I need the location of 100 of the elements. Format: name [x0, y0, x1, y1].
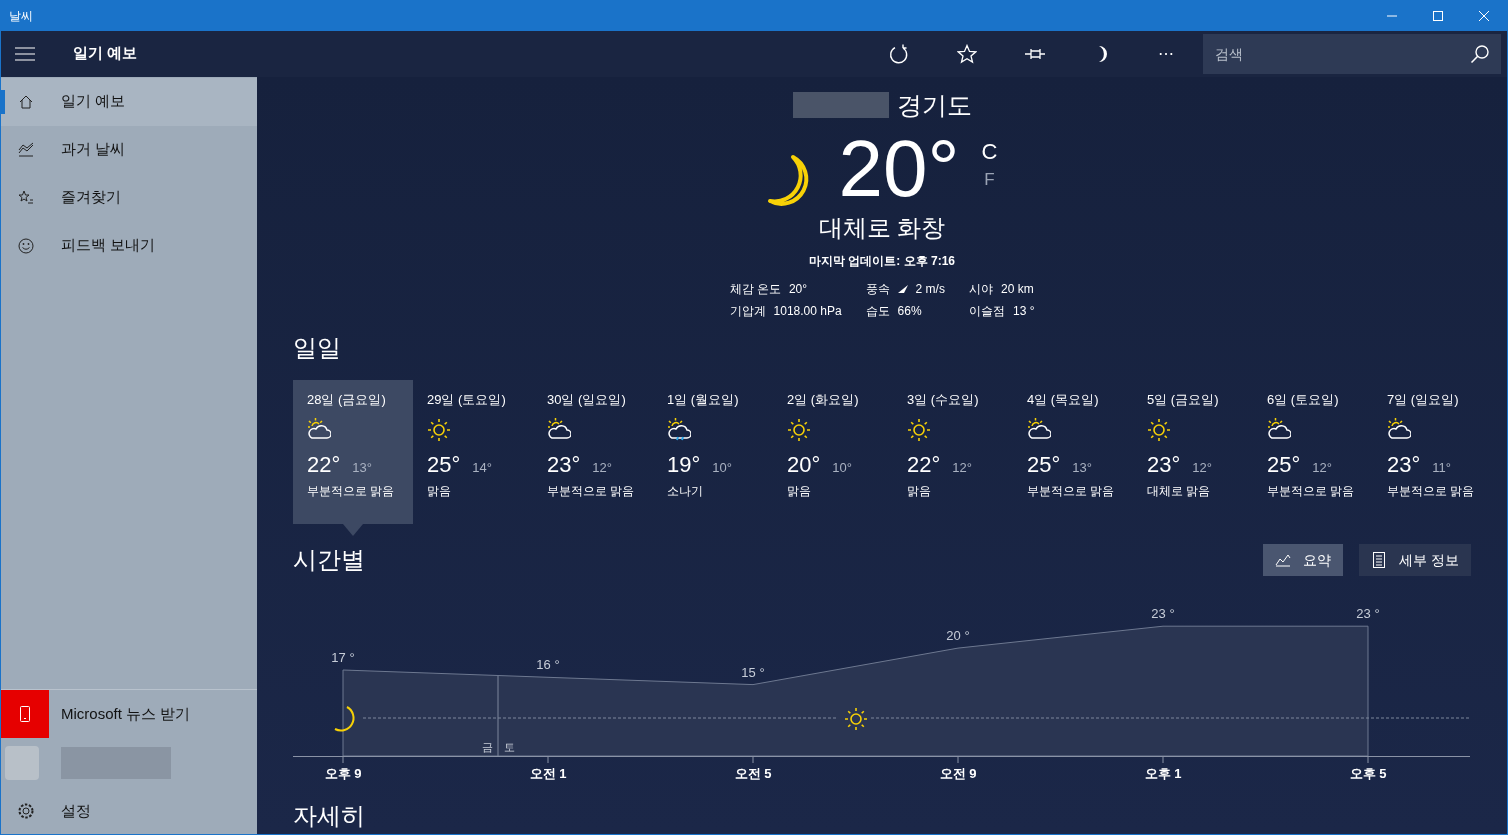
detail-label: 시야 [968, 281, 993, 298]
day-card[interactable]: 7일 (일요일) 23° 11° 부분적으로 맑음 [1373, 380, 1493, 524]
day-label: 토 [503, 741, 515, 753]
search-icon[interactable] [1470, 43, 1490, 64]
unit-toggle[interactable]: C [981, 138, 998, 166]
temperature-label: 17 ° [331, 650, 355, 665]
page-title: 일기 예보 [73, 43, 138, 64]
moon-icon [334, 706, 355, 732]
day-card[interactable]: 5일 (금요일) 23° 12° 대체로 맑음 [1133, 380, 1253, 524]
news-button[interactable]: Microsoft 뉴스 받기 [1, 690, 257, 738]
time-label: 오전 5 [734, 766, 772, 781]
detail-label: 체감 온도 [729, 281, 781, 298]
sidebar-item[interactable]: 과거 날씨 [1, 125, 257, 174]
day-card[interactable]: 2일 (화요일) 20° 10° 맑음 [773, 380, 893, 524]
day-card[interactable]: 6일 (토요일) 25° 12° 부분적으로 맑음 [1253, 380, 1373, 524]
sun-cloud-icon [1027, 417, 1051, 442]
low-temperature: 13° [352, 458, 372, 477]
high-temperature: 23° [547, 450, 581, 479]
section-heading: 자세히 [293, 801, 366, 831]
day-condition: 소나기 [667, 482, 704, 499]
high-temperature: 19° [667, 450, 701, 479]
temperature-label: 20 ° [946, 628, 970, 644]
day-date: 7일 (일요일) [1387, 391, 1460, 409]
favorites-icon [18, 189, 34, 206]
temperature-label: 23 ° [1151, 606, 1175, 622]
day-condition: 부분적으로 맑음 [547, 482, 636, 499]
day-card[interactable]: 4일 (목요일) 25° 13° 부분적으로 맑음 [1013, 380, 1133, 524]
temperature-label: 16 ° [536, 657, 560, 673]
unit-toggle[interactable]: F [981, 166, 998, 194]
time-label: 오후 5 [1349, 766, 1387, 781]
cloud-rain-icon [667, 417, 691, 442]
line-chart-icon [1275, 552, 1292, 568]
home-icon [18, 93, 34, 110]
day-condition: 부분적으로 맑음 [1387, 482, 1476, 499]
day-card[interactable]: 29일 (토요일) 25° 14° 맑음 [413, 380, 533, 524]
detail-label: 습도 [865, 303, 890, 320]
low-temperature: 13° [1072, 458, 1092, 477]
low-temperature: 11° [1432, 458, 1451, 477]
maximize-icon[interactable] [1433, 10, 1443, 21]
day-condition: 맑음 [907, 482, 932, 499]
settings-button[interactable]: 설정 [1, 788, 257, 834]
day-card[interactable]: 28일 (금요일) 22° 13° 부분적으로 맑음 [293, 380, 413, 524]
detail-value: 20° [788, 281, 808, 298]
day-card[interactable]: 1일 (월요일) 19° 10° 소나기 [653, 380, 773, 524]
view-toggle-button[interactable]: 요약 [1263, 544, 1344, 576]
sun-cloud-icon [1387, 417, 1411, 442]
sidebar-item[interactable]: 즐겨찾기 [1, 173, 257, 222]
history-icon [18, 141, 34, 158]
high-temperature: 22° [907, 450, 941, 479]
time-label: 오전 9 [939, 766, 977, 781]
close-icon[interactable] [1479, 10, 1489, 21]
detail-value: 13 ° [1012, 303, 1035, 320]
day-date: 29일 (토요일) [427, 391, 507, 409]
section-heading: 시간별 [293, 545, 365, 575]
day-card[interactable]: 30일 (일요일) 23° 12° 부분적으로 맑음 [533, 380, 653, 524]
low-temperature: 12° [952, 458, 972, 477]
high-temperature: 25° [1267, 450, 1301, 479]
high-temperature: 20° [787, 450, 821, 479]
last-update: 마지막 업데이트: 오후 7:16 [809, 253, 955, 270]
low-temperature: 14° [472, 458, 492, 477]
selection-pointer [343, 524, 363, 536]
location-name: 경기도 [896, 89, 972, 121]
time-label: 오후 1 [1144, 766, 1182, 781]
sun-icon [844, 707, 868, 731]
temperature-label: 15 ° [741, 664, 765, 680]
day-condition: 맑음 [787, 482, 812, 499]
day-date: 6일 (토요일) [1267, 391, 1340, 409]
sun-cloud-icon [547, 417, 571, 442]
day-date: 2일 (화요일) [787, 391, 860, 409]
high-temperature: 22° [307, 450, 341, 479]
menu-icon[interactable] [15, 46, 35, 61]
sun-icon [1147, 417, 1171, 442]
sidebar-item[interactable]: 일기 예보 [1, 77, 257, 126]
day-condition: 부분적으로 맑음 [307, 482, 396, 499]
high-temperature: 23° [1387, 450, 1421, 479]
day-condition: 맑음 [427, 482, 452, 499]
more-button[interactable]: ⋯ [1137, 30, 1195, 77]
sidebar-item[interactable]: 피드백 보내기 [1, 221, 257, 270]
detail-value: 20 km [1000, 281, 1034, 298]
day-condition: 부분적으로 맑음 [1267, 482, 1356, 499]
day-card[interactable]: 3일 (수요일) 22° 12° 맑음 [893, 380, 1013, 524]
detail-label: 풍속 [865, 281, 890, 298]
search-field[interactable]: 검색 [1203, 33, 1459, 74]
condition-text: 대체로 화창 [818, 213, 946, 243]
section-heading: 일일 [293, 333, 342, 363]
detail-label: 기압계 [729, 303, 766, 320]
view-toggle-button[interactable]: 세부 정보 [1359, 544, 1471, 576]
detail-value: 2 m/s [915, 281, 945, 298]
feedback-icon [18, 237, 34, 254]
time-label: 오전 1 [529, 766, 567, 781]
sun-icon [427, 417, 451, 442]
day-date: 28일 (금요일) [307, 391, 387, 409]
high-temperature: 25° [1027, 450, 1061, 479]
detail-value: 1018.00 hPa [773, 303, 842, 320]
day-condition: 대체로 맑음 [1147, 482, 1212, 499]
detail-label: 이슬점 [968, 303, 1005, 320]
day-date: 5일 (금요일) [1147, 391, 1220, 409]
detail-value: 66% [897, 303, 922, 320]
day-date: 1일 (월요일) [667, 391, 740, 409]
window-title: 날씨 [9, 7, 33, 25]
